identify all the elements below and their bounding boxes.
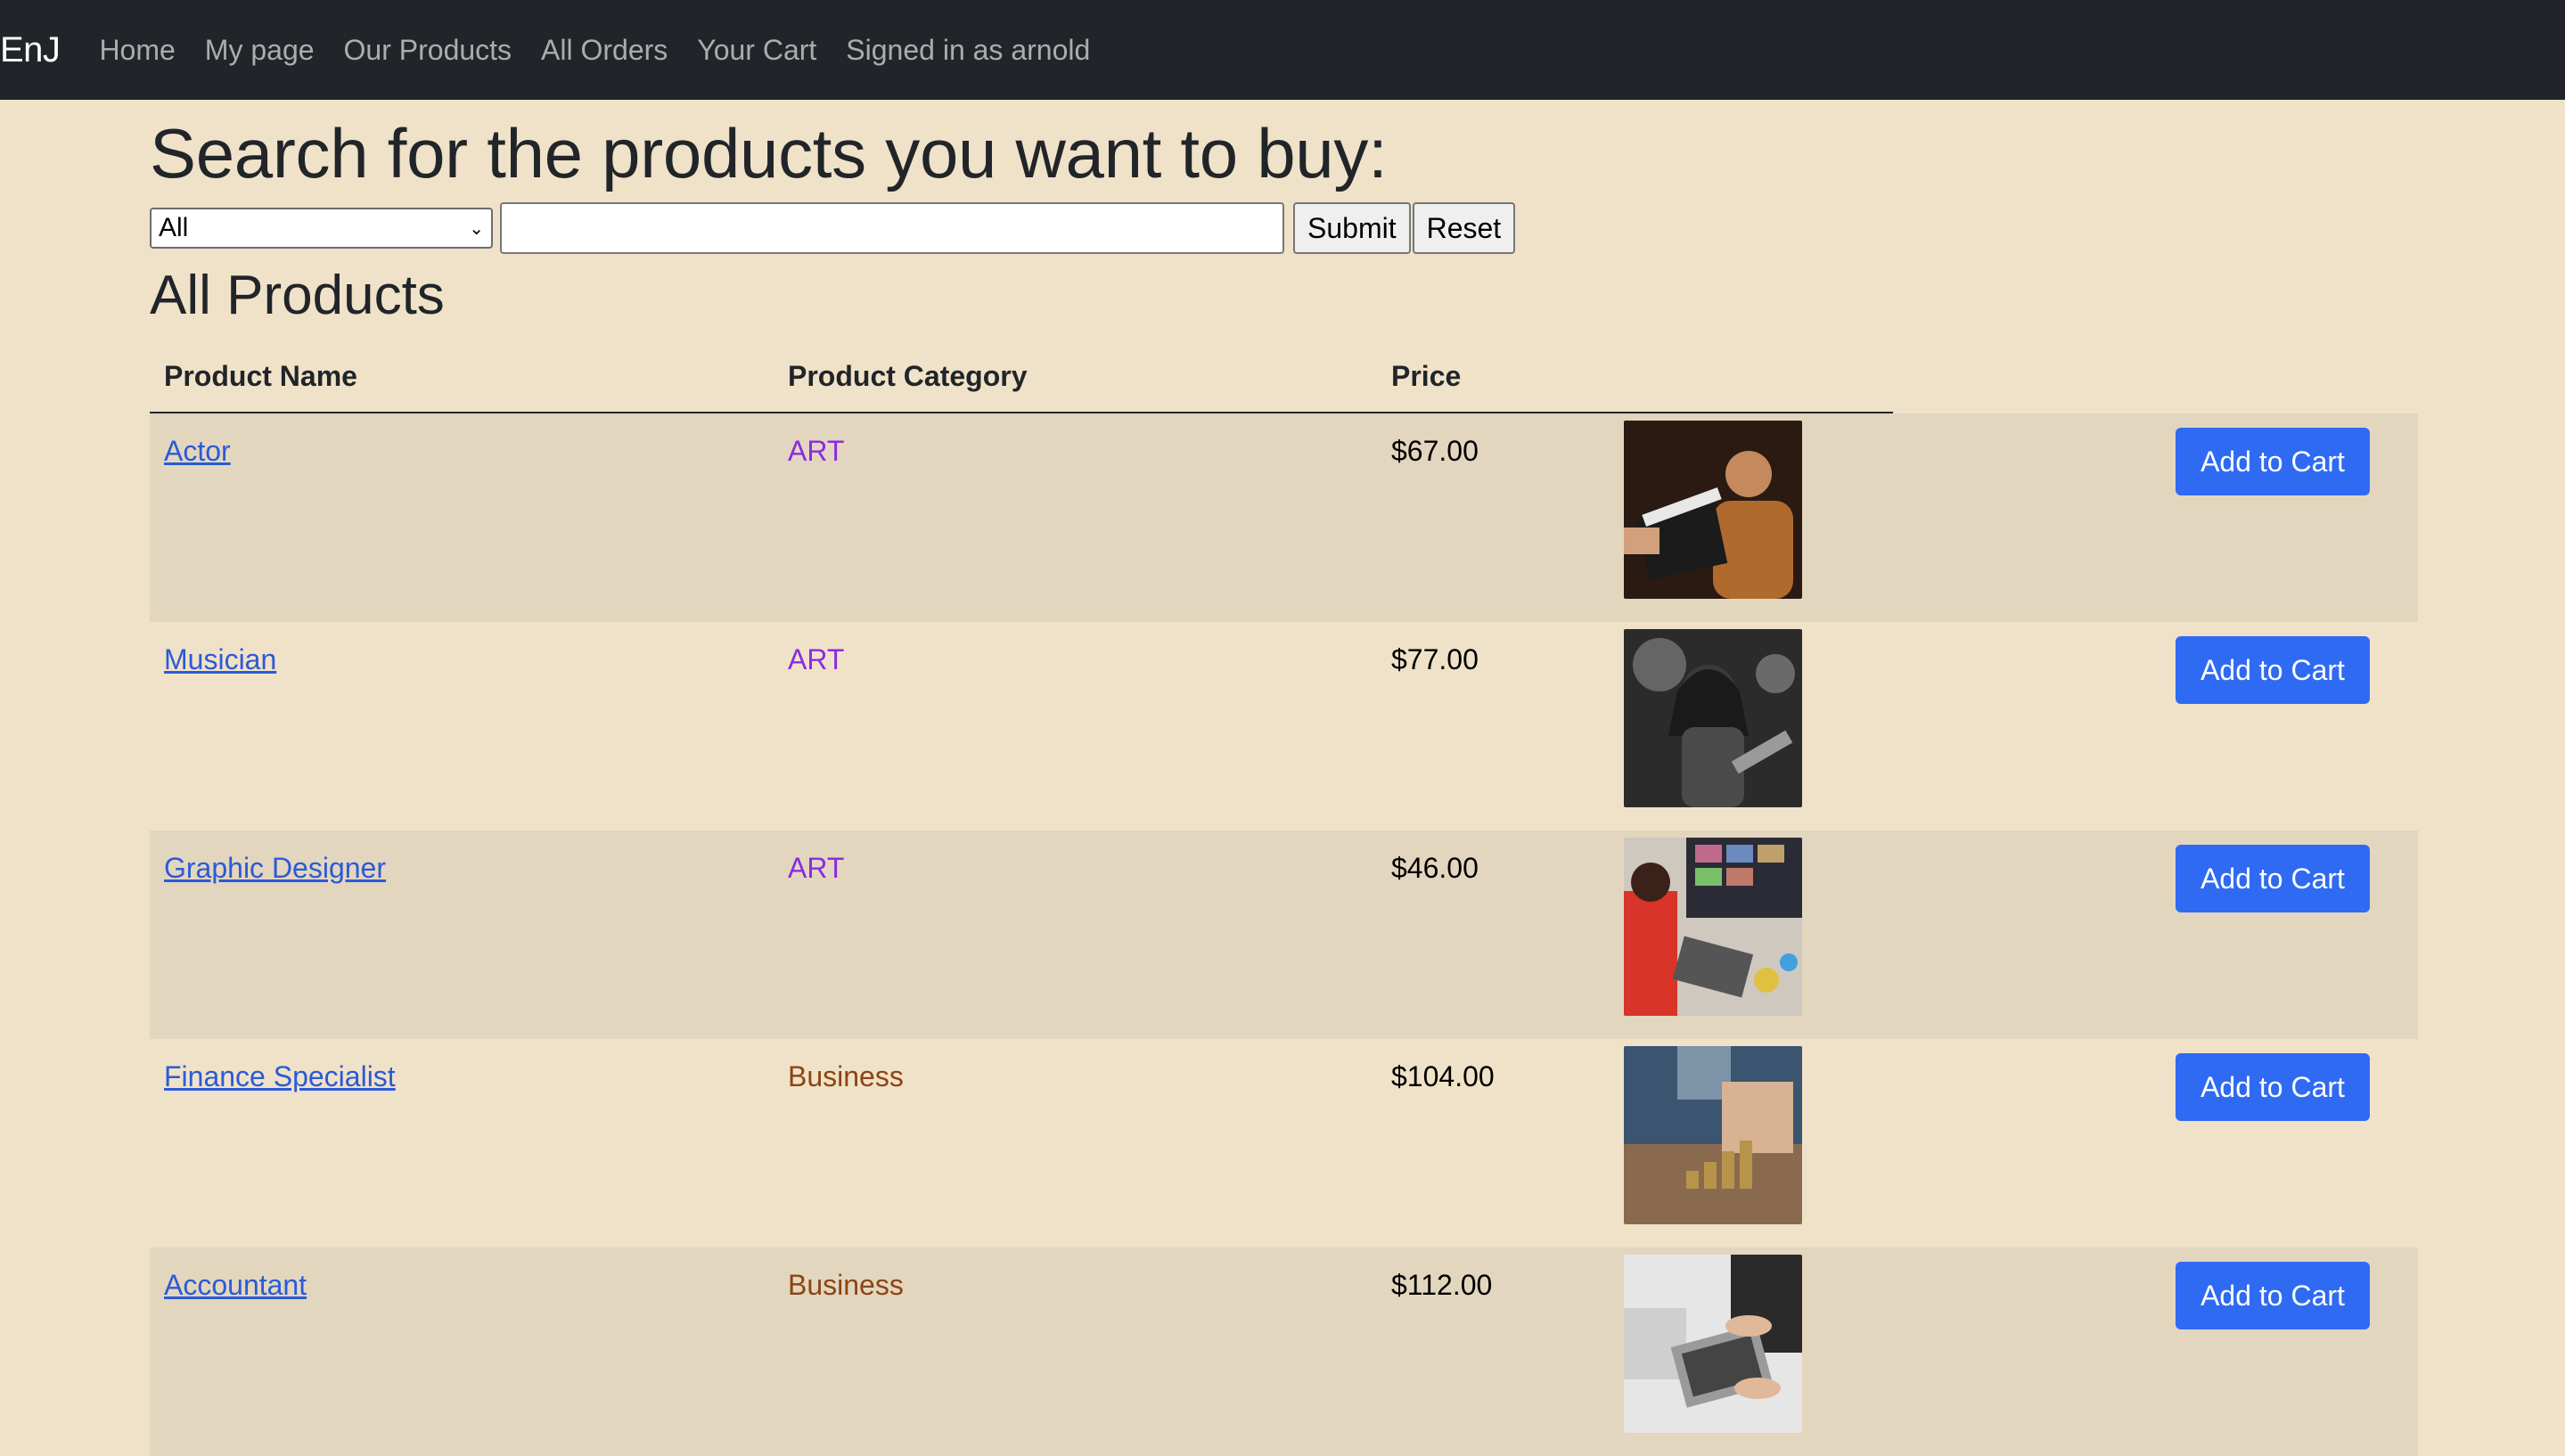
product-price: $77.00	[1391, 643, 1479, 675]
category-select[interactable]: All ⌄	[150, 208, 493, 249]
product-price: $46.00	[1391, 852, 1479, 884]
add-to-cart-button[interactable]: Add to Cart	[2176, 845, 2370, 912]
product-price: $104.00	[1391, 1060, 1495, 1092]
product-category: ART	[788, 435, 845, 467]
all-products-heading: All Products	[150, 265, 445, 326]
header-price: Price	[1391, 359, 1462, 392]
table-row: Finance Specialist Business $104.00 Add …	[150, 1039, 2418, 1247]
search-heading: Search for the products you want to buy:	[150, 114, 1388, 192]
main-content: Search for the products you want to buy:…	[150, 100, 2418, 1456]
reset-button[interactable]: Reset	[1412, 202, 1516, 254]
product-link-actor[interactable]: Actor	[164, 435, 231, 467]
product-image-musician	[1624, 629, 1802, 807]
signed-in-status: Signed in as arnold	[846, 33, 1091, 66]
nav-my-page[interactable]: My page	[205, 34, 315, 67]
product-link-accountant[interactable]: Accountant	[164, 1269, 307, 1301]
product-category: Business	[788, 1060, 904, 1092]
add-to-cart-button[interactable]: Add to Cart	[2176, 636, 2370, 704]
product-category: ART	[788, 852, 845, 884]
table-row: Musician ART $77.00 Add to Cart	[150, 622, 2418, 830]
nav-your-cart[interactable]: Your Cart	[697, 34, 816, 67]
header-product-name: Product Name	[164, 359, 357, 392]
table-header: Product Name Product Category Price	[150, 340, 1893, 413]
nav-home[interactable]: Home	[99, 34, 175, 67]
product-image-finance-specialist	[1624, 1046, 1802, 1224]
add-to-cart-button[interactable]: Add to Cart	[2176, 1053, 2370, 1121]
product-image-accountant	[1624, 1255, 1802, 1433]
add-to-cart-button[interactable]: Add to Cart	[2176, 428, 2370, 495]
chevron-down-icon: ⌄	[469, 218, 484, 239]
table-row: Accountant Business $112.00 Add to Cart	[150, 1247, 2418, 1456]
product-price: $112.00	[1391, 1269, 1493, 1301]
brand-logo[interactable]: EnJ	[0, 30, 61, 70]
top-navbar: EnJ Home My page Our Products All Orders…	[0, 0, 2565, 100]
table-row: Actor ART $67.00 Add to Cart	[150, 413, 2418, 622]
table-row: Graphic Designer ART $46.00 Add to Cart	[150, 830, 2418, 1039]
nav-all-orders[interactable]: All Orders	[541, 34, 668, 67]
product-link-finance-specialist[interactable]: Finance Specialist	[164, 1060, 396, 1092]
product-category: ART	[788, 643, 845, 675]
product-price: $67.00	[1391, 435, 1479, 467]
search-input[interactable]	[500, 202, 1284, 254]
header-product-category: Product Category	[788, 359, 1028, 392]
product-image-graphic-designer	[1624, 838, 1802, 1016]
product-link-musician[interactable]: Musician	[164, 643, 276, 675]
search-form: All ⌄ Submit Reset	[150, 201, 2418, 255]
product-link-graphic-designer[interactable]: Graphic Designer	[164, 852, 386, 884]
add-to-cart-button[interactable]: Add to Cart	[2176, 1262, 2370, 1329]
product-category: Business	[788, 1269, 904, 1301]
products-table: Product Name Product Category Price Acto…	[150, 340, 2418, 1456]
product-image-actor	[1624, 421, 1802, 599]
category-select-value: All	[159, 213, 189, 242]
submit-button[interactable]: Submit	[1293, 202, 1411, 254]
nav-our-products[interactable]: Our Products	[344, 34, 512, 67]
